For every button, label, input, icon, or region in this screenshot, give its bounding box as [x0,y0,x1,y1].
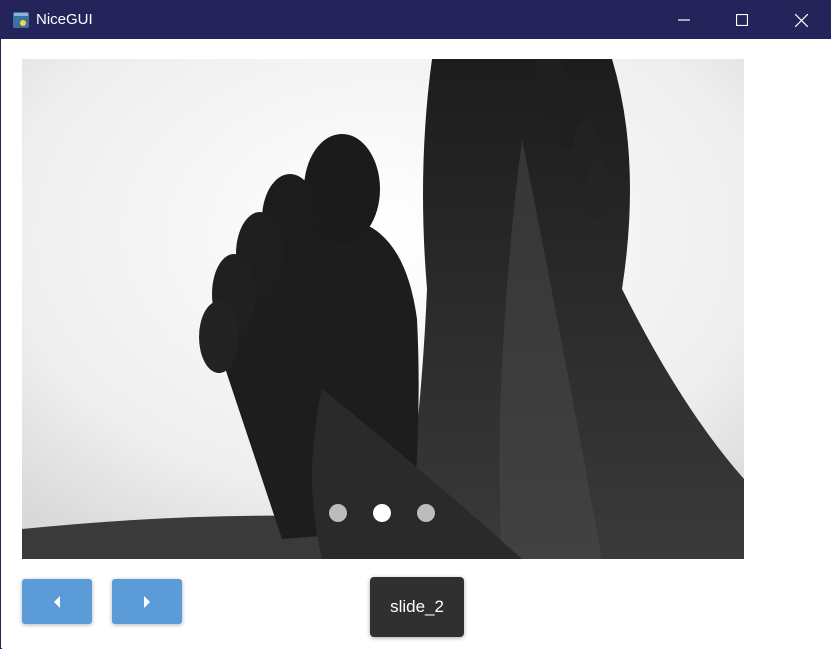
arrow-right-icon [144,595,150,608]
carousel-dot-1[interactable] [329,504,347,522]
close-button[interactable] [772,1,830,39]
maximize-button[interactable] [713,1,771,39]
previous-button[interactable] [22,579,92,624]
minimize-button[interactable] [655,1,713,39]
carousel-dot-2[interactable] [373,504,391,522]
next-button[interactable] [112,579,182,624]
app-window: NiceGUI slide_2 [0,0,831,649]
python-icon [13,12,29,28]
carousel-dot-3[interactable] [417,504,435,522]
arrow-left-icon [54,595,60,608]
current-slide-label: slide_2 [370,577,464,637]
main-content: slide_2 [2,39,831,649]
carousel-image [22,59,744,559]
title-bar[interactable]: NiceGUI [1,1,831,39]
carousel-indicators [22,504,744,524]
image-carousel[interactable] [22,59,744,559]
maximize-icon [736,14,748,26]
window-title: NiceGUI [36,11,93,28]
minimize-icon [678,19,690,21]
close-icon [794,13,808,27]
